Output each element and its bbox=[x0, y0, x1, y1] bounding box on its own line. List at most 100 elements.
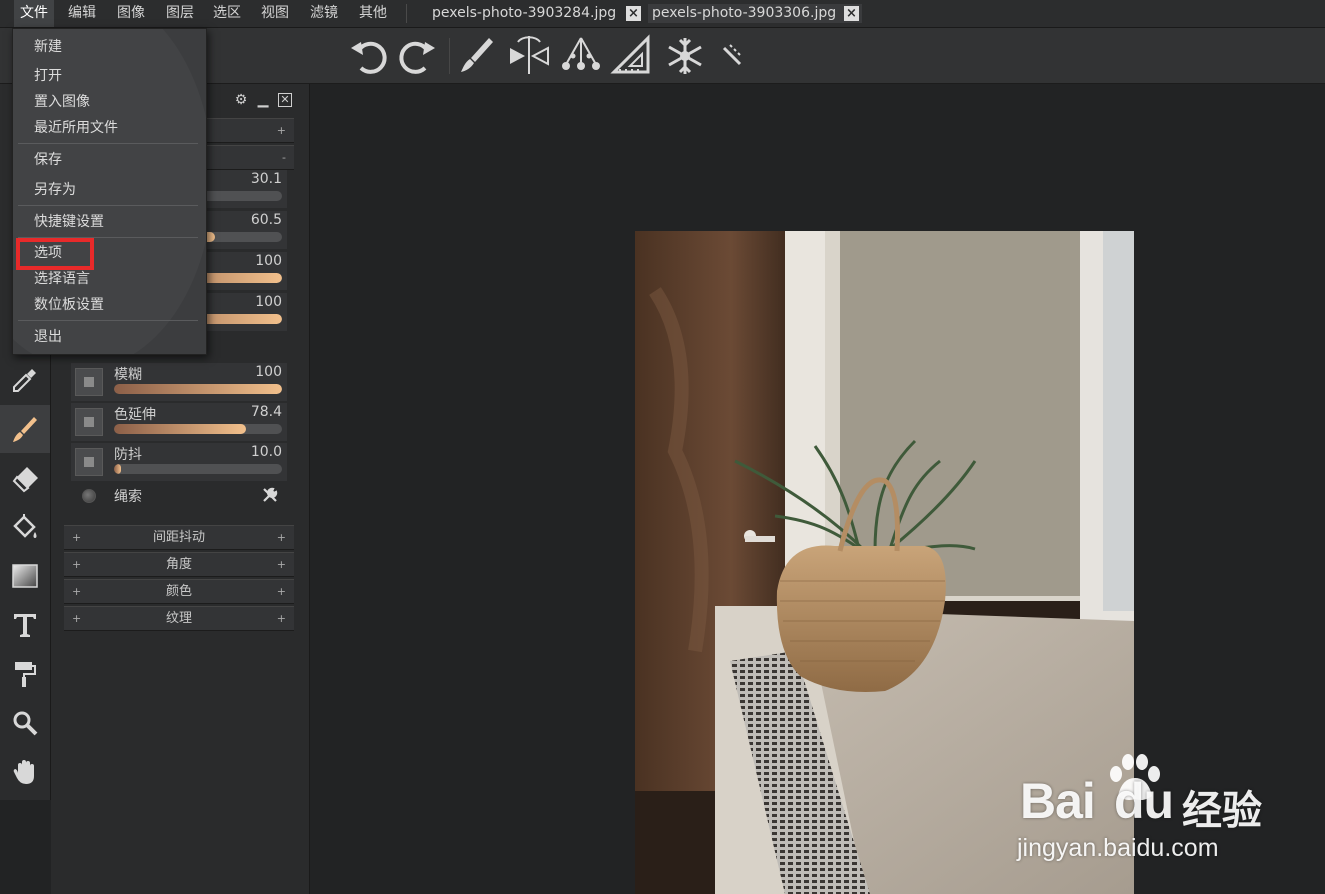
zoom-tool[interactable] bbox=[0, 699, 50, 747]
param-label: 色延伸 bbox=[114, 407, 156, 423]
eyedropper-tool[interactable] bbox=[0, 356, 50, 404]
watermark-brand-cn: 经验 bbox=[1182, 788, 1262, 834]
expand-icon: + bbox=[276, 531, 286, 544]
brush-icon[interactable] bbox=[455, 28, 501, 83]
fill-tool[interactable] bbox=[0, 503, 50, 551]
hand-icon bbox=[13, 760, 34, 784]
expand-icon: + bbox=[72, 585, 82, 598]
param-toggle[interactable] bbox=[75, 368, 103, 396]
brush-icon bbox=[13, 417, 37, 442]
zoom-icon bbox=[13, 711, 38, 736]
expand-icon: + bbox=[72, 531, 82, 544]
param-label: 模糊 bbox=[114, 367, 142, 383]
menu-layer[interactable]: 图层 bbox=[160, 0, 200, 27]
eraser-icon bbox=[12, 467, 38, 493]
gradient-tool[interactable] bbox=[0, 552, 50, 600]
eyedropper-icon bbox=[13, 369, 36, 392]
section-label: 角度 bbox=[165, 557, 192, 572]
menu-view[interactable]: 视图 bbox=[255, 0, 295, 27]
paint-roller-icon bbox=[15, 662, 36, 687]
lasso-row[interactable]: 绳索 bbox=[80, 485, 294, 507]
section-label: 颜色 bbox=[165, 584, 192, 599]
scatter-icon[interactable] bbox=[558, 28, 604, 83]
menu-item-save[interactable]: 保存 bbox=[34, 150, 62, 170]
menu-item-place-image[interactable]: 置入图像 bbox=[34, 92, 90, 112]
close-icon[interactable]: ✕ bbox=[278, 93, 292, 107]
watermark-url: jingyan.baidu.com bbox=[1017, 834, 1219, 862]
param-value: 30.1 bbox=[250, 171, 282, 187]
param-value: 100 bbox=[255, 364, 282, 380]
tab-document-1[interactable]: pexels-photo-3903284.jpg × bbox=[428, 4, 644, 23]
param-stabilizer[interactable]: 防抖 10.0 bbox=[71, 443, 287, 481]
menu-item-exit[interactable]: 退出 bbox=[34, 327, 62, 347]
param-blur[interactable]: 模糊 100 bbox=[71, 363, 287, 401]
wrench-icon[interactable] bbox=[261, 486, 279, 504]
menu-item-recent-files[interactable]: 最近所用文件 bbox=[34, 118, 118, 138]
param-value: 100 bbox=[255, 253, 282, 269]
param-color-stretch[interactable]: 色延伸 78.4 bbox=[71, 403, 287, 441]
undo-icon[interactable] bbox=[345, 28, 391, 83]
text-icon bbox=[14, 614, 36, 637]
param-toggle[interactable] bbox=[75, 408, 103, 436]
menu-item-open[interactable]: 打开 bbox=[34, 66, 62, 86]
param-label: 防抖 bbox=[114, 447, 142, 463]
section-color[interactable]: + 颜色 + bbox=[64, 579, 294, 604]
watermark-brand: Bai bbox=[1020, 773, 1096, 829]
lasso-radio[interactable] bbox=[82, 489, 96, 503]
ruler-triangle-icon[interactable] bbox=[610, 28, 656, 83]
brush-tool[interactable] bbox=[0, 405, 50, 453]
section-label: 纹理 bbox=[165, 611, 192, 626]
menu-item-new[interactable]: 新建 bbox=[34, 37, 62, 57]
slider-fill bbox=[114, 464, 121, 474]
tab-label: pexels-photo-3903284.jpg bbox=[432, 5, 617, 21]
param-value: 78.4 bbox=[250, 404, 282, 420]
menu-select[interactable]: 选区 bbox=[207, 0, 247, 27]
menu-edit[interactable]: 编辑 bbox=[62, 0, 102, 27]
param-slider[interactable] bbox=[114, 384, 282, 394]
lasso-label: 绳索 bbox=[114, 489, 142, 505]
snowflake-icon[interactable] bbox=[662, 28, 708, 83]
menu-item-save-as[interactable]: 另存为 bbox=[34, 180, 76, 200]
close-icon[interactable]: × bbox=[626, 6, 641, 21]
gear-icon[interactable]: ⚙ bbox=[234, 93, 248, 107]
menu-other[interactable]: 其他 bbox=[353, 0, 393, 27]
param-toggle[interactable] bbox=[75, 448, 103, 476]
hand-tool[interactable] bbox=[0, 748, 50, 796]
tab-label: pexels-photo-3903306.jpg bbox=[652, 5, 837, 21]
menu-image[interactable]: 图像 bbox=[111, 0, 151, 27]
roller-tool[interactable] bbox=[0, 650, 50, 698]
param-slider[interactable] bbox=[114, 464, 282, 474]
expand-icon: + bbox=[276, 558, 286, 571]
file-menu-dropdown: 新建 打开 置入图像 最近所用文件 保存 另存为 快捷键设置 选项 选择语言 数… bbox=[12, 28, 207, 355]
text-tool[interactable] bbox=[0, 601, 50, 649]
expand-icon: + bbox=[72, 558, 82, 571]
menu-item-language[interactable]: 选择语言 bbox=[34, 269, 90, 289]
param-value: 10.0 bbox=[250, 444, 282, 460]
watermark-brand-tail: du bbox=[1114, 773, 1174, 829]
menu-file[interactable]: 文件 bbox=[14, 0, 54, 27]
gradient-icon bbox=[12, 564, 38, 588]
section-texture[interactable]: + 纹理 + bbox=[64, 606, 294, 631]
menu-item-shortcut-settings[interactable]: 快捷键设置 bbox=[34, 212, 104, 232]
section-spacing-jitter[interactable]: + 间距抖动 + bbox=[64, 525, 294, 550]
menu-item-tablet-settings[interactable]: 数位板设置 bbox=[34, 295, 104, 315]
symmetry-icon[interactable] bbox=[506, 28, 552, 83]
expand-icon: + bbox=[276, 585, 286, 598]
eraser-tool[interactable] bbox=[0, 454, 50, 502]
redo-icon[interactable] bbox=[395, 28, 441, 83]
param-slider[interactable] bbox=[114, 424, 282, 434]
param-value: 60.5 bbox=[250, 212, 282, 228]
expand-icon: + bbox=[72, 612, 82, 625]
fill-bucket-icon bbox=[13, 514, 37, 538]
section-angle[interactable]: + 角度 + bbox=[64, 552, 294, 577]
baidu-watermark: Bai du 经验 jingyan.baidu.com bbox=[1012, 752, 1312, 872]
stamp-icon[interactable] bbox=[710, 28, 756, 83]
expand-icon: + bbox=[276, 124, 286, 137]
highlight-annotation-box bbox=[16, 238, 94, 270]
menu-divider bbox=[18, 205, 198, 206]
tab-document-2[interactable]: pexels-photo-3903306.jpg × bbox=[648, 4, 862, 23]
menu-filter[interactable]: 滤镜 bbox=[304, 0, 344, 27]
minimize-icon[interactable]: ▁ bbox=[256, 93, 270, 107]
close-icon[interactable]: × bbox=[844, 6, 859, 21]
section-label: 间距抖动 bbox=[152, 530, 205, 545]
